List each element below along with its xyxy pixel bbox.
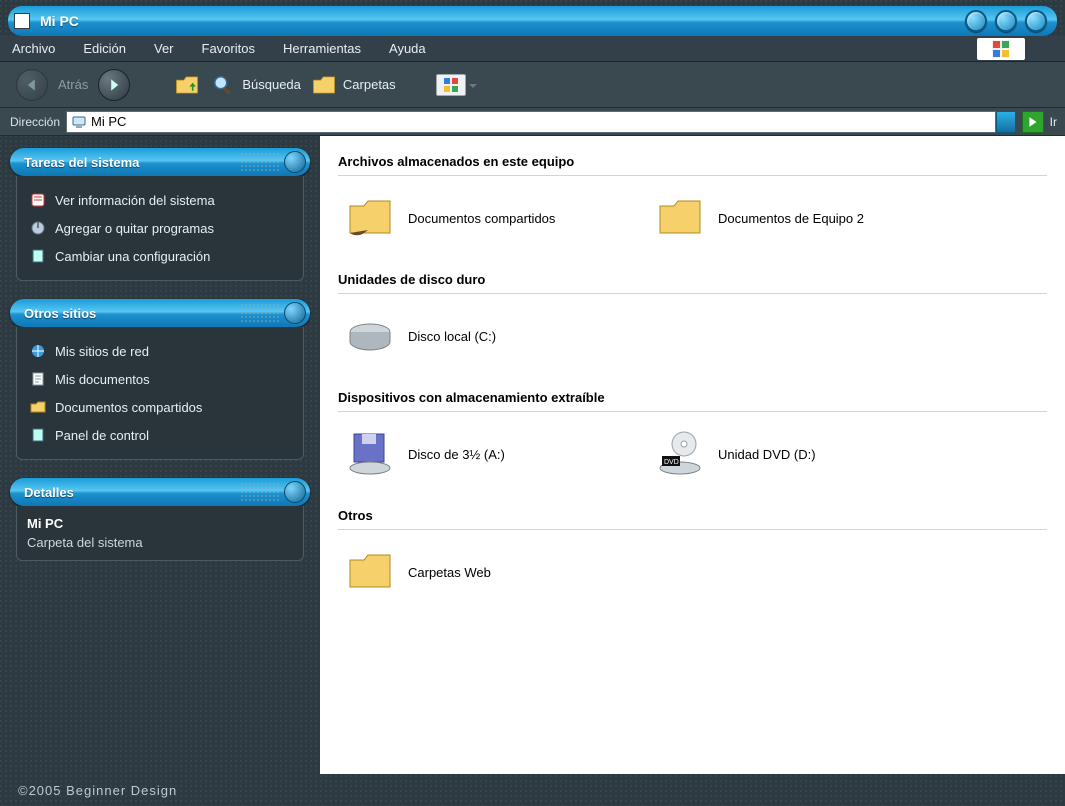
search-label: Búsqueda [242, 77, 301, 92]
section-header: Unidades de disco duro [338, 268, 1047, 294]
info-icon [29, 191, 47, 209]
menu-archivo[interactable]: Archivo [12, 41, 55, 56]
grip-icon [240, 303, 280, 323]
menu-ver[interactable]: Ver [154, 41, 174, 56]
floppy-icon [344, 428, 396, 480]
documents-icon [29, 370, 47, 388]
dvd-icon: DVD [654, 428, 706, 480]
views-icon [444, 78, 458, 92]
panel-header[interactable]: Otros sitios [10, 299, 310, 327]
network-icon [29, 342, 47, 360]
sidebar-item-system-info[interactable]: Ver información del sistema [27, 186, 293, 214]
close-button[interactable] [1025, 10, 1047, 32]
grip-icon [240, 482, 280, 502]
control-panel-icon [29, 426, 47, 444]
folders-label: Carpetas [343, 77, 396, 92]
panel-otros-sitios: Otros sitios Mis sitios de red Mis docum… [10, 299, 310, 460]
maximize-button[interactable] [995, 10, 1017, 32]
collapse-icon[interactable] [284, 151, 306, 173]
panel-header[interactable]: Tareas del sistema [10, 148, 310, 176]
windows-logo-icon [977, 38, 1025, 60]
collapse-icon[interactable] [284, 481, 306, 503]
content-area: Archivos almacenados en este equipo Docu… [320, 136, 1065, 774]
sidebar-item-my-documents[interactable]: Mis documentos [27, 365, 293, 393]
menu-edicion[interactable]: Edición [83, 41, 126, 56]
sidebar-item-add-remove[interactable]: Agregar o quitar programas [27, 214, 293, 242]
toolbar: Atrás Búsqueda Carpetas [0, 62, 1065, 108]
grip-icon [240, 152, 280, 172]
menubar: Archivo Edición Ver Favoritos Herramient… [0, 36, 1065, 62]
forward-button[interactable] [98, 69, 130, 101]
folder-icon [344, 546, 396, 598]
sidebar-item-change-setting[interactable]: Cambiar una configuración [27, 242, 293, 270]
item-documentos-compartidos[interactable]: Documentos compartidos [344, 192, 614, 244]
folder-up-icon [174, 72, 200, 98]
sidebar: Tareas del sistema Ver información del s… [0, 136, 320, 774]
folder-icon [654, 192, 706, 244]
item-floppy-a[interactable]: Disco de 3½ (A:) [344, 428, 614, 480]
up-folder-button[interactable] [174, 72, 200, 98]
menu-herramientas[interactable]: Herramientas [283, 41, 361, 56]
item-documentos-equipo2[interactable]: Documentos de Equipo 2 [654, 192, 924, 244]
details-name: Mi PC [27, 516, 293, 531]
settings-icon [29, 247, 47, 265]
search-button[interactable]: Búsqueda [210, 72, 301, 98]
item-carpetas-web[interactable]: Carpetas Web [344, 546, 614, 598]
back-button[interactable] [16, 69, 48, 101]
panel-tareas-sistema: Tareas del sistema Ver información del s… [10, 148, 310, 281]
section-header: Archivos almacenados en este equipo [338, 150, 1047, 176]
section-header: Dispositivos con almacenamiento extraíbl… [338, 386, 1047, 412]
sidebar-item-shared-docs[interactable]: Documentos compartidos [27, 393, 293, 421]
computer-icon [71, 114, 87, 130]
panel-header[interactable]: Detalles [10, 478, 310, 506]
programs-icon [29, 219, 47, 237]
views-button[interactable] [436, 74, 466, 96]
window-title: Mi PC [40, 13, 79, 29]
collapse-icon[interactable] [284, 302, 306, 324]
menu-favoritos[interactable]: Favoritos [202, 41, 255, 56]
panel-detalles: Detalles Mi PC Carpeta del sistema [10, 478, 310, 561]
item-disco-local-c[interactable]: Disco local (C:) [344, 310, 614, 362]
go-label: Ir [1050, 115, 1057, 129]
hdd-icon [344, 310, 396, 362]
minimize-button[interactable] [965, 10, 987, 32]
section-header: Otros [338, 504, 1047, 530]
shared-folder-icon [344, 192, 396, 244]
folder-icon [29, 398, 47, 416]
address-input[interactable]: Mi PC [66, 111, 996, 133]
svg-text:DVD: DVD [664, 459, 679, 466]
sidebar-item-network[interactable]: Mis sitios de red [27, 337, 293, 365]
address-dropdown[interactable] [996, 111, 1016, 133]
titlebar: Mi PC [8, 6, 1057, 36]
search-icon [210, 72, 236, 98]
address-value: Mi PC [91, 114, 126, 129]
address-label: Dirección [10, 115, 60, 129]
details-type: Carpeta del sistema [27, 535, 293, 550]
item-dvd-d[interactable]: DVD Unidad DVD (D:) [654, 428, 924, 480]
go-button[interactable] [1022, 111, 1044, 133]
menu-ayuda[interactable]: Ayuda [389, 41, 426, 56]
footer-credit: ©2005 Beginner Design [18, 783, 177, 798]
address-bar: Dirección Mi PC Ir [0, 108, 1065, 136]
sidebar-item-control-panel[interactable]: Panel de control [27, 421, 293, 449]
folders-button[interactable]: Carpetas [311, 72, 396, 98]
back-label: Atrás [58, 77, 88, 92]
system-icon [14, 13, 30, 29]
folders-icon [311, 72, 337, 98]
